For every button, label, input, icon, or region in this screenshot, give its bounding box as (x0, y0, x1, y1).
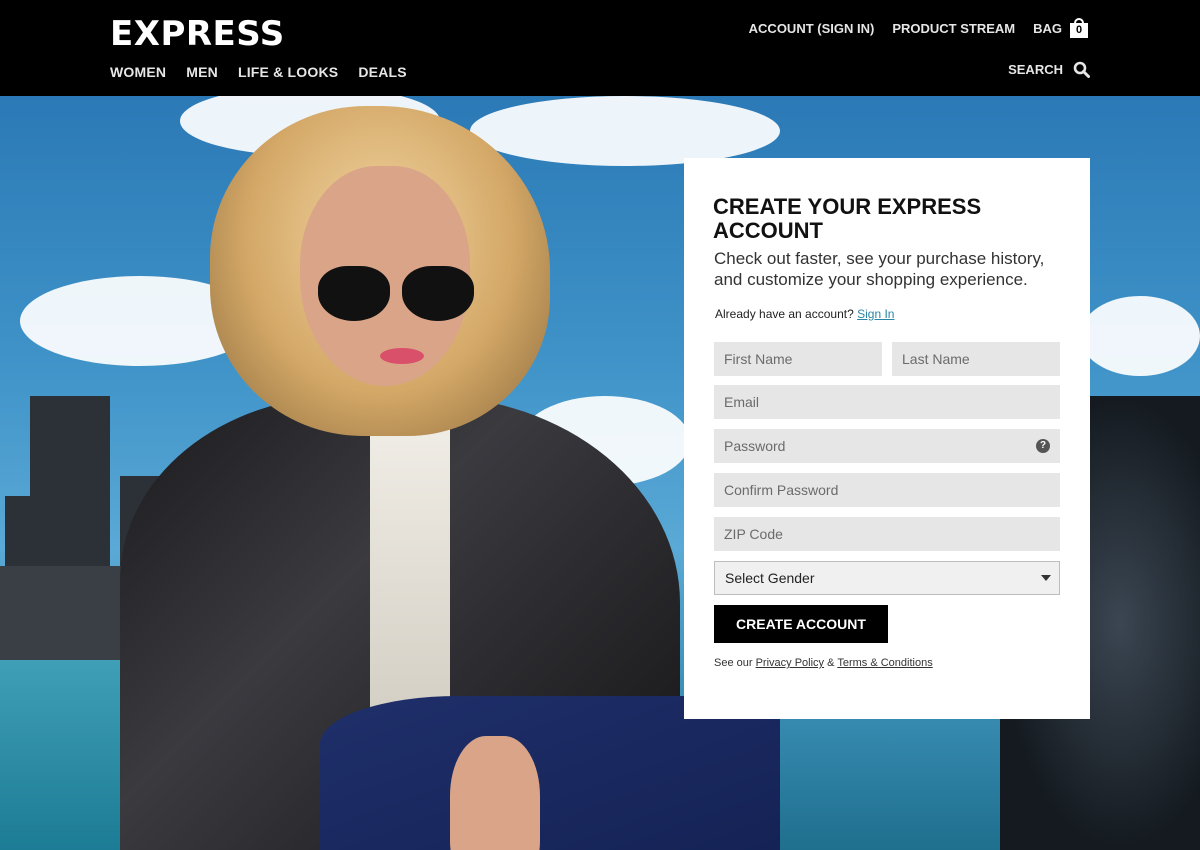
privacy-policy-link[interactable]: Privacy Policy (756, 657, 824, 669)
nav-item-women[interactable]: WOMEN (110, 64, 166, 80)
already-account-label: Already have an account? (715, 307, 854, 321)
create-account-card: CREATE YOUR EXPRESS ACCOUNT Check out fa… (684, 158, 1090, 719)
already-account-text: Already have an account? Sign In (715, 307, 894, 321)
legal-prefix: See our (714, 657, 753, 669)
password-field: ? (714, 429, 1060, 463)
last-name-input[interactable] (892, 342, 1060, 376)
main-nav: WOMEN MEN LIFE & LOOKS DEALS (110, 64, 407, 80)
nav-item-men[interactable]: MEN (186, 64, 218, 80)
model-figure (120, 96, 780, 850)
email-input[interactable] (714, 385, 1060, 419)
confirm-password-input[interactable] (714, 473, 1060, 507)
create-account-button[interactable]: CREATE ACCOUNT (714, 605, 888, 643)
form-title: CREATE YOUR EXPRESS ACCOUNT (713, 194, 982, 243)
search-button[interactable]: SEARCH (1008, 61, 1090, 78)
sign-in-link[interactable]: Sign In (857, 307, 894, 321)
bag-link[interactable]: BAG 0 (1033, 18, 1088, 38)
form-subtitle: Check out faster, see your purchase hist… (714, 249, 1045, 289)
account-sign-in-link[interactable]: ACCOUNT (SIGN IN) (749, 21, 875, 36)
express-logo[interactable]: EXPRESS (110, 14, 285, 54)
chevron-down-icon (1041, 575, 1051, 581)
product-stream-link[interactable]: PRODUCT STREAM (892, 21, 1015, 36)
gender-select-value: Select Gender (725, 570, 815, 586)
search-icon (1073, 61, 1090, 78)
site-header: EXPRESS WOMEN MEN LIFE & LOOKS DEALS ACC… (0, 0, 1200, 96)
nav-item-life-looks[interactable]: LIFE & LOOKS (238, 64, 338, 80)
terms-conditions-link[interactable]: Terms & Conditions (837, 657, 932, 669)
shopping-bag-icon: 0 (1070, 18, 1088, 38)
zip-code-input[interactable] (714, 517, 1060, 551)
bag-label: BAG (1033, 20, 1062, 36)
gender-select[interactable]: Select Gender (714, 561, 1060, 595)
search-label: SEARCH (1008, 62, 1063, 77)
nav-item-deals[interactable]: DEALS (358, 64, 406, 80)
utility-nav: ACCOUNT (SIGN IN) PRODUCT STREAM BAG 0 (749, 18, 1088, 38)
bag-count: 0 (1075, 24, 1083, 36)
password-help-icon[interactable]: ? (1036, 439, 1050, 453)
first-name-input[interactable] (714, 342, 882, 376)
legal-and: & (827, 657, 835, 669)
legal-links: See our Privacy Policy & Terms & Conditi… (714, 657, 933, 669)
password-input[interactable] (714, 429, 1060, 463)
